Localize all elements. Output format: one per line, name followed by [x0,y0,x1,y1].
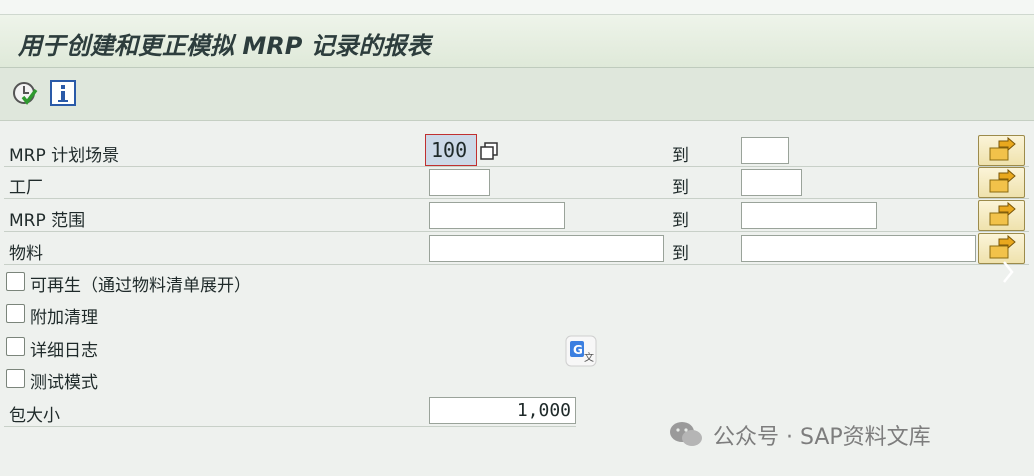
watermark-text: 公众号 · SAP资料文库 [713,425,931,450]
plant-to-label: 到 [672,178,689,198]
checkbox-row-cleanup: 附加清理 [4,298,654,330]
package-size-input[interactable]: 1,000 [429,397,576,424]
checkbox-row-test-mode: 测试模式 [4,363,654,395]
plant-from-input[interactable] [429,169,490,196]
test-mode-label: 测试模式 [30,373,98,393]
multiple-selection-arrow-icon [989,201,1016,226]
row-mrp-area: MRP 范围 到 [4,200,1029,232]
plant-label: 工厂 [9,178,43,198]
copy-icon[interactable] [479,141,503,163]
package-size-label: 包大小 [9,406,60,426]
mrp-scenario-multiple-selection-button[interactable] [978,135,1025,166]
row-plant: 工厂 到 [4,167,1029,199]
regenerative-label: 可再生（通过物料清单展开） [30,276,251,296]
window-top-strip [0,0,1034,15]
multiple-selection-arrow-icon [989,136,1016,161]
material-label: 物料 [9,244,43,264]
mrp-area-from-input[interactable] [429,202,565,229]
mrp-area-multiple-selection-button[interactable] [978,200,1025,231]
mrp-area-to-input[interactable] [741,202,877,229]
info-icon[interactable] [50,80,76,106]
detailed-log-checkbox[interactable] [6,337,25,356]
mrp-scenario-label: MRP 计划场景 [9,146,120,166]
mrp-area-label: MRP 范围 [9,211,86,231]
material-to-input[interactable] [741,235,976,262]
row-material: 物料 到 [4,233,1029,265]
execute-icon[interactable] [12,80,38,106]
svg-text:文: 文 [584,351,594,364]
row-package-size: 包大小 1,000 [4,395,576,427]
regenerative-checkbox[interactable] [6,272,25,291]
application-toolbar [0,68,1034,121]
row-mrp-scenario: MRP 计划场景 到 [4,135,1029,167]
mrp-scenario-to-input[interactable] [741,137,789,164]
chevron-right-icon[interactable] [1000,259,1016,285]
checkbox-row-regenerative: 可再生（通过物料清单展开） [4,266,654,298]
detailed-log-label: 详细日志 [30,341,98,361]
additional-cleanup-checkbox[interactable] [6,304,25,323]
material-to-label: 到 [672,244,689,264]
translate-icon[interactable]: G 文 [565,335,597,367]
mrp-scenario-to-label: 到 [672,146,689,166]
title-bar: 用于创建和更正模拟 MRP 记录的报表 [0,15,1034,68]
checkbox-row-detail-log: 详细日志 [4,331,654,363]
mrp-scenario-input[interactable]: 100 [425,134,477,166]
wechat-logo-icon [670,422,702,446]
material-from-input[interactable] [429,235,664,262]
page-title: 用于创建和更正模拟 MRP 记录的报表 [18,32,431,60]
mrp-area-to-label: 到 [672,211,689,231]
plant-to-input[interactable] [741,169,802,196]
test-mode-checkbox[interactable] [6,369,25,388]
svg-text:G: G [573,343,583,357]
additional-cleanup-label: 附加清理 [30,308,98,328]
multiple-selection-arrow-icon [989,168,1016,193]
plant-multiple-selection-button[interactable] [978,167,1025,198]
